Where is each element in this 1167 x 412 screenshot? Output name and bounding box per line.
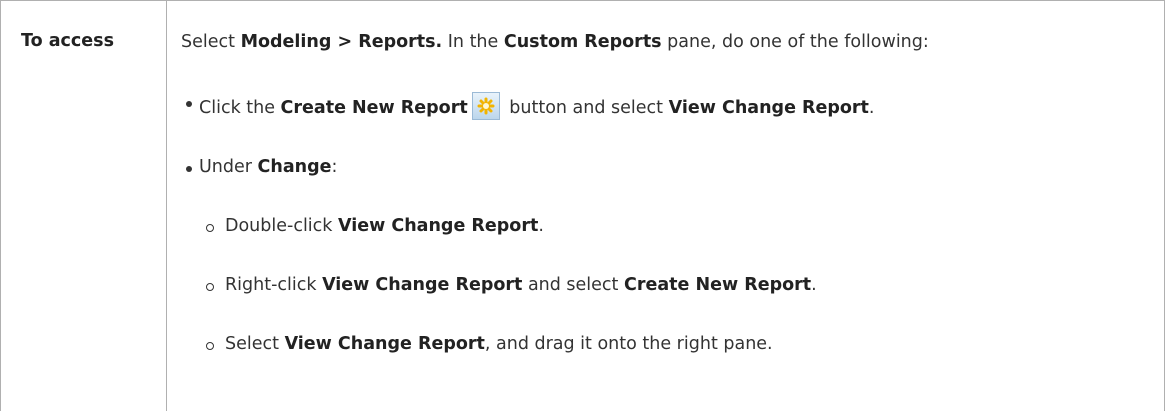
sub3-report-name: View Change Report	[284, 334, 485, 354]
bullet1-report-name: View Change Report	[668, 98, 869, 118]
list-item: Click the Create New Report button and s…	[186, 92, 875, 120]
sub3-text-1: Select	[225, 334, 285, 354]
list-item: Under Change:	[185, 157, 338, 177]
bullet2-text-1: Under	[199, 157, 258, 177]
intro-text-1: Select	[181, 32, 241, 52]
sub2-report-name: View Change Report	[322, 275, 523, 295]
sub2-text-1: Right-click	[225, 275, 323, 295]
bullet2-text-2: :	[331, 157, 338, 177]
intro-text: Select Modeling > Reports. In the Custom…	[181, 32, 929, 52]
intro-pane-name: Custom Reports	[503, 32, 662, 52]
sub-list-item: Select View Change Report, and drag it o…	[206, 334, 773, 354]
sub2-text-2: and select	[522, 275, 624, 295]
bullet1-text-1: Click the	[199, 98, 281, 118]
bullet1-text-3: .	[868, 98, 875, 118]
sub2-action-name: Create New Report	[623, 275, 812, 295]
sub-list-item: Double-click View Change Report.	[206, 216, 544, 236]
table-header-cell: To access	[1, 1, 167, 411]
access-table: To access Select Modeling > Reports. In …	[0, 0, 1165, 411]
sub-list-item: Right-click View Change Report and selec…	[206, 275, 817, 295]
sub1-report-name: View Change Report	[338, 216, 539, 236]
sub1-text-1: Double-click	[225, 216, 338, 236]
sub2-text-3: .	[811, 275, 817, 295]
sub1-text-2: .	[538, 216, 544, 236]
bullet1-text-2: button and select	[503, 98, 669, 118]
bullet1-button-name: Create New Report	[280, 98, 468, 118]
create-new-report-icon	[471, 92, 500, 120]
intro-text-3: pane, do one of the following:	[661, 32, 929, 52]
table-content-cell: Select Modeling > Reports. In the Custom…	[167, 1, 1164, 411]
bullet2-category: Change	[257, 157, 332, 177]
sub3-text-2: , and drag it onto the right pane.	[484, 334, 773, 354]
header-label: To access	[21, 31, 114, 51]
intro-menu-path: Modeling > Reports.	[240, 32, 443, 52]
intro-text-2: In the	[442, 32, 504, 52]
